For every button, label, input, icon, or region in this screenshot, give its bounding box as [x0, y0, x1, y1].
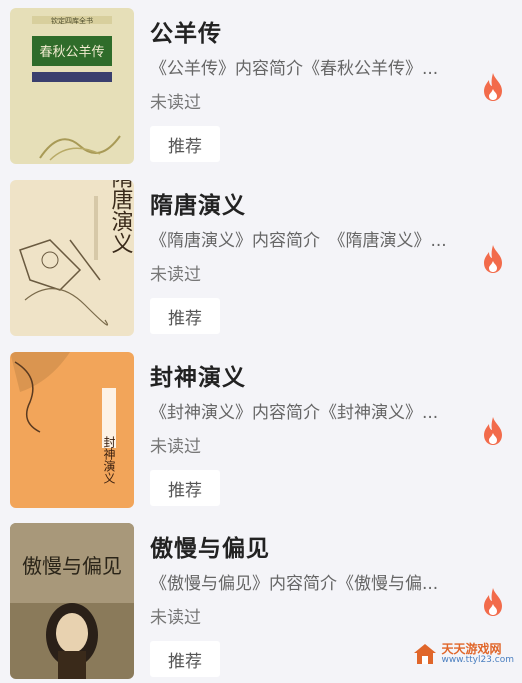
cover-title-text: 傲慢与偏见 [22, 554, 122, 578]
recommend-tag[interactable]: 推荐 [150, 298, 220, 334]
book-cover[interactable]: 封神演义 [10, 352, 134, 508]
book-description: 《封神演义》内容简介《封神演义》... [150, 403, 439, 423]
cover-title-text: 春秋公羊传 [39, 44, 104, 60]
cover-title-text: 封神演义 [102, 436, 116, 484]
recommend-tag[interactable]: 推荐 [150, 126, 220, 162]
book-description: 《傲慢与偏见》内容简介《傲慢与偏... [150, 574, 439, 594]
read-status: 未读过 [150, 608, 201, 628]
site-watermark: 天天游戏网 www.ttyl23.com [413, 643, 514, 665]
watermark-url: www.ttyl23.com [441, 654, 514, 665]
book-title[interactable]: 封神演义 [150, 358, 246, 392]
list-item[interactable]: 隋唐演义 隋唐演义 《隋唐演义》内容简介 《隋唐演义》... 未读过 推荐 [0, 180, 522, 340]
fire-icon [480, 244, 506, 274]
read-status: 未读过 [150, 437, 201, 457]
book-cover[interactable]: 傲慢与偏见 [10, 523, 134, 679]
watermark-logo-icon [414, 643, 437, 664]
read-status: 未读过 [150, 93, 201, 113]
cover-title-text: 隋唐演义 [108, 180, 134, 254]
book-description: 《公羊传》内容简介《春秋公羊传》... [150, 59, 439, 79]
book-cover[interactable]: 隋唐演义 [10, 180, 134, 336]
cover-series-text: 钦定四库全书 [51, 16, 93, 25]
fire-icon [480, 587, 506, 617]
recommend-tag[interactable]: 推荐 [150, 641, 220, 677]
book-title[interactable]: 傲慢与偏见 [150, 529, 270, 563]
book-description: 《隋唐演义》内容简介 《隋唐演义》... [150, 231, 447, 251]
book-title[interactable]: 隋唐演义 [150, 186, 246, 220]
watermark-title: 天天游戏网 [441, 641, 502, 656]
fire-icon [480, 72, 506, 102]
list-item[interactable]: 钦定四库全书 春秋公羊传 公羊传 《公羊传》内容简介《春秋公羊传》... 未读过… [0, 8, 522, 168]
list-item[interactable]: 封神演义 封神演义 《封神演义》内容简介《封神演义》... 未读过 推荐 [0, 352, 522, 512]
book-title[interactable]: 公羊传 [150, 14, 222, 48]
fire-icon [480, 416, 506, 446]
book-cover[interactable]: 钦定四库全书 春秋公羊传 [10, 8, 134, 164]
read-status: 未读过 [150, 265, 201, 285]
recommend-tag[interactable]: 推荐 [150, 470, 220, 506]
